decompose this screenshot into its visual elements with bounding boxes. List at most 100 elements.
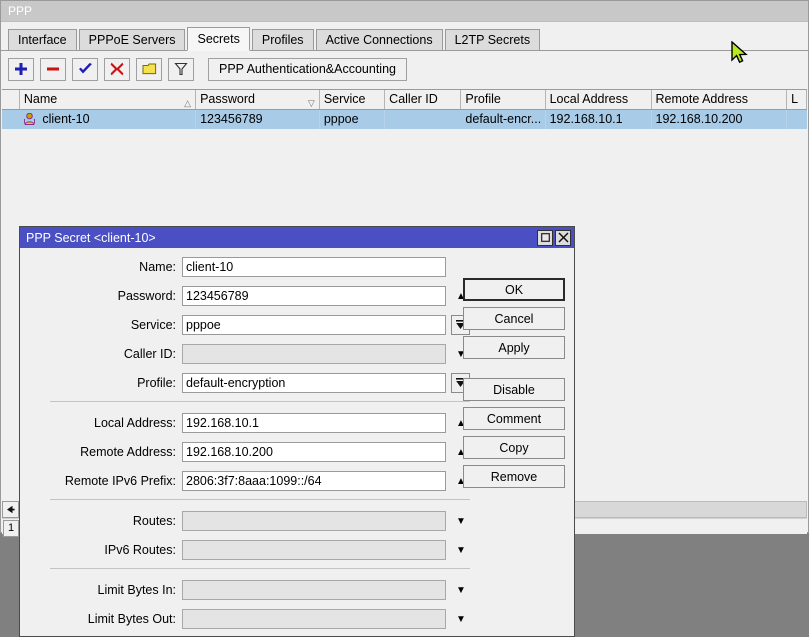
maximize-icon <box>541 233 550 242</box>
cell-password: 123456789 <box>196 110 320 129</box>
disable-button[interactable]: Disable <box>463 378 565 401</box>
limit-bytes-out-arrow-down-icon[interactable]: ▼ <box>451 614 471 625</box>
table-header: Name △ Password ▽ Service Caller ID Prof… <box>2 89 807 110</box>
column-header-profile[interactable]: Profile <box>461 90 545 109</box>
cell-remote-address: 192.168.10.200 <box>652 110 788 129</box>
input-service[interactable]: pppoe <box>182 315 446 335</box>
column-header-flags[interactable] <box>2 90 20 109</box>
item-count-box: 1 <box>3 520 19 537</box>
tab-profiles[interactable]: Profiles <box>252 29 314 50</box>
table-row[interactable]: client-10 123456789 pppoe default-encr..… <box>2 110 807 129</box>
ok-button[interactable]: OK <box>463 278 565 301</box>
maximize-button[interactable] <box>537 230 553 246</box>
label-limit-bytes-out: Limit Bytes Out: <box>20 612 182 626</box>
ipv6-routes-arrow-down-icon[interactable]: ▼ <box>451 545 471 556</box>
input-name[interactable]: client-10 <box>182 257 446 277</box>
cell-profile: default-encr... <box>461 110 545 129</box>
tab-l2tp-secrets[interactable]: L2TP Secrets <box>445 29 541 50</box>
routes-arrow-down-icon[interactable]: ▼ <box>451 516 471 527</box>
tab-bar: Interface PPPoE Servers Secrets Profiles… <box>1 28 808 51</box>
minus-icon <box>46 62 60 76</box>
ppp-auth-accounting-button[interactable]: PPP Authentication&Accounting <box>208 58 407 81</box>
input-remote-address[interactable]: 192.168.10.200 <box>182 442 446 462</box>
limit-bytes-in-arrow-down-icon[interactable]: ▼ <box>451 585 471 596</box>
screen: PPP Interface PPPoE Servers Secrets Prof… <box>0 0 809 637</box>
remove-button[interactable]: Remove <box>463 465 565 488</box>
label-service: Service: <box>20 318 182 332</box>
input-limit-bytes-in[interactable] <box>182 580 446 600</box>
cell-name: client-10 <box>20 110 196 129</box>
toolbar: PPP Authentication&Accounting <box>8 56 808 82</box>
tab-secrets[interactable]: Secrets <box>187 27 249 51</box>
plus-icon <box>14 62 28 76</box>
divider-2 <box>50 499 470 500</box>
field-row-name: Name: client-10 <box>20 256 574 278</box>
comment-button[interactable] <box>136 58 162 81</box>
input-profile[interactable]: default-encryption <box>182 373 446 393</box>
note-icon <box>142 62 157 76</box>
label-limit-bytes-in: Limit Bytes In: <box>20 583 182 597</box>
tab-interface[interactable]: Interface <box>8 29 77 50</box>
divider-1 <box>50 401 470 402</box>
dialog-button-column: OK Cancel Apply Disable Comment Copy Rem… <box>463 278 565 488</box>
column-header-local-address[interactable]: Local Address <box>546 90 652 109</box>
dialog-title: PPP Secret <client-10> <box>26 231 156 245</box>
arrow-left-icon <box>6 505 15 514</box>
label-ipv6-routes: IPv6 Routes: <box>20 543 182 557</box>
window-title: PPP <box>8 4 32 18</box>
cell-name-text: client-10 <box>42 112 89 126</box>
copy-button[interactable]: Copy <box>463 436 565 459</box>
column-header-last[interactable]: L <box>787 90 807 109</box>
disable-button[interactable] <box>104 58 130 81</box>
column-header-remote-address[interactable]: Remote Address <box>652 90 788 109</box>
sort-asc-icon: △ <box>184 94 191 109</box>
cancel-button[interactable]: Cancel <box>463 307 565 330</box>
cell-service: pppoe <box>320 110 385 129</box>
input-local-address[interactable]: 192.168.10.1 <box>182 413 446 433</box>
input-password[interactable]: 123456789 <box>182 286 446 306</box>
field-row-ipv6-routes: IPv6 Routes: ▼ <box>20 539 574 561</box>
input-limit-bytes-out[interactable] <box>182 609 446 629</box>
divider-3 <box>50 568 470 569</box>
label-remote-ipv6-prefix: Remote IPv6 Prefix: <box>20 474 182 488</box>
label-remote-address: Remote Address: <box>20 445 182 459</box>
dialog-body: Name: client-10 Password: 123456789 ▲ Se… <box>20 248 574 637</box>
label-caller-id: Caller ID: <box>20 347 182 361</box>
column-header-service[interactable]: Service <box>320 90 385 109</box>
button-gap <box>463 365 565 372</box>
field-row-routes: Routes: ▼ <box>20 510 574 532</box>
dialog-window-controls <box>537 230 571 246</box>
field-row-limit-bytes-in: Limit Bytes In: ▼ <box>20 579 574 601</box>
dialog-titlebar[interactable]: PPP Secret <client-10> <box>20 227 574 248</box>
close-button[interactable] <box>555 230 571 246</box>
secrets-table: Name △ Password ▽ Service Caller ID Prof… <box>2 89 807 129</box>
comment-button[interactable]: Comment <box>463 407 565 430</box>
tab-pppoe-servers[interactable]: PPPoE Servers <box>79 29 186 50</box>
label-password: Password: <box>20 289 182 303</box>
sort-desc-icon: ▽ <box>308 94 315 109</box>
window-titlebar: PPP <box>1 1 808 22</box>
enable-button[interactable] <box>72 58 98 81</box>
label-local-address: Local Address: <box>20 416 182 430</box>
input-remote-ipv6-prefix[interactable]: 2806:3f7:8aaa:1099::/64 <box>182 471 446 491</box>
input-caller-id[interactable] <box>182 344 446 364</box>
column-header-caller-id[interactable]: Caller ID <box>385 90 461 109</box>
input-ipv6-routes[interactable] <box>182 540 446 560</box>
add-button[interactable] <box>8 58 34 81</box>
ppp-secret-dialog: PPP Secret <client-10> Name: <box>19 226 575 637</box>
label-profile: Profile: <box>20 376 182 390</box>
column-header-password[interactable]: Password ▽ <box>196 90 320 109</box>
remove-button[interactable] <box>40 58 66 81</box>
funnel-icon <box>174 62 188 76</box>
label-name: Name: <box>20 260 182 274</box>
check-icon <box>78 62 93 76</box>
column-header-name[interactable]: Name △ <box>20 90 196 109</box>
input-routes[interactable] <box>182 511 446 531</box>
filter-button[interactable] <box>168 58 194 81</box>
tab-active-connections[interactable]: Active Connections <box>316 29 443 50</box>
scroll-left-button[interactable] <box>2 501 19 518</box>
apply-button[interactable]: Apply <box>463 336 565 359</box>
cell-local-address: 192.168.10.1 <box>546 110 652 129</box>
label-routes: Routes: <box>20 514 182 528</box>
user-icon <box>24 113 35 125</box>
